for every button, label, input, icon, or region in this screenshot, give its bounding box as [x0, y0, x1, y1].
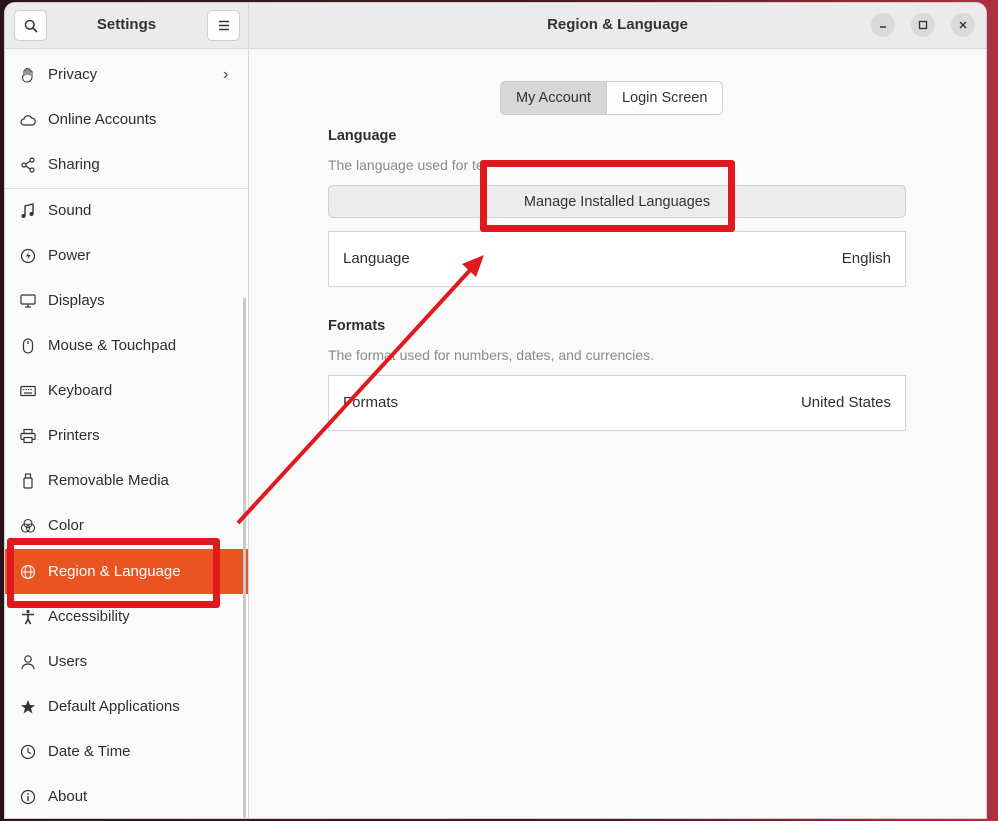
- annotation-arrow: [236, 255, 484, 525]
